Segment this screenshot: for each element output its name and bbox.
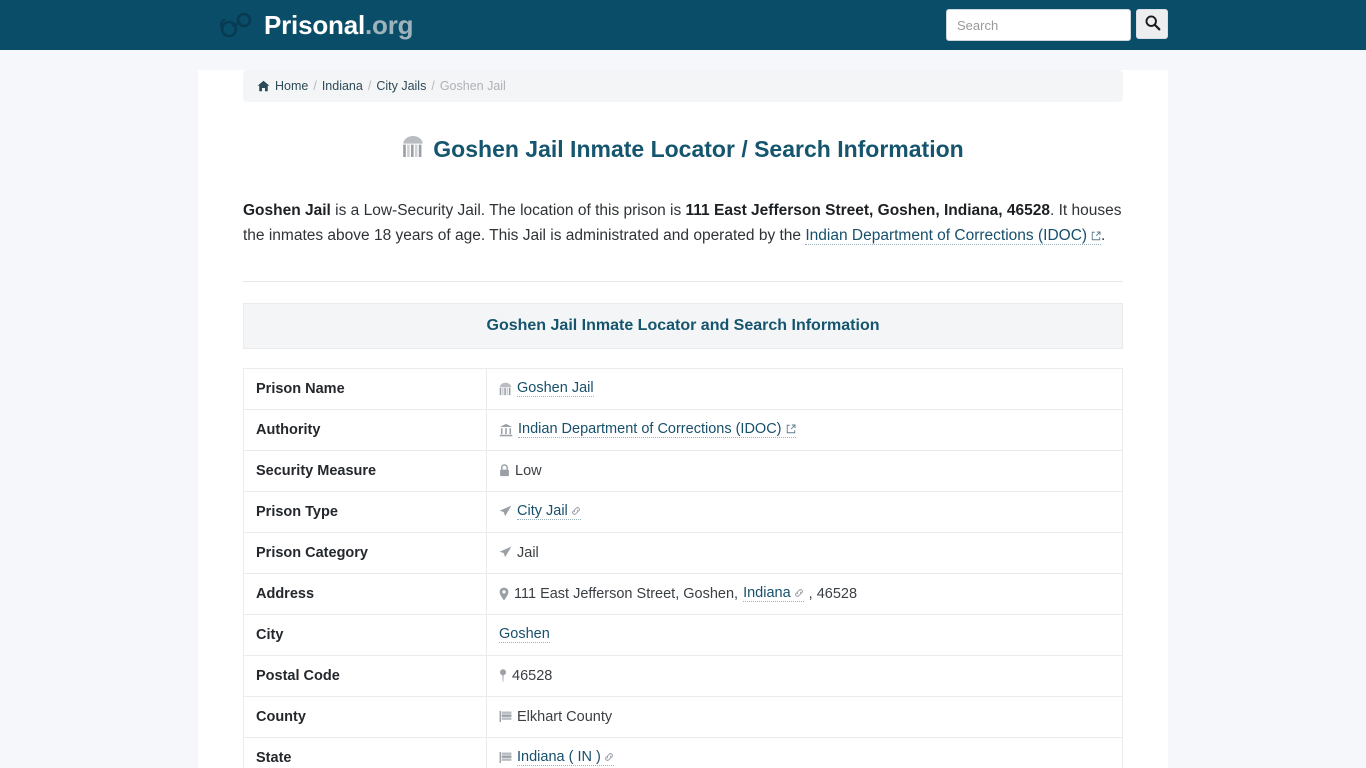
- row-value-address: 111 East Jefferson Street, Goshen, India…: [486, 572, 1123, 615]
- handcuffs-icon: [218, 11, 254, 39]
- lock-icon: [499, 464, 510, 477]
- row-label-security-measure: Security Measure: [243, 449, 487, 492]
- page-container: Home / Indiana / City Jails / Goshen Jai…: [198, 70, 1168, 768]
- table-row: Authority Indian Department of Correctio…: [243, 408, 1123, 451]
- prison-type-link[interactable]: City Jail: [517, 503, 581, 521]
- address-prefix: 111 East Jefferson Street, Goshen,: [514, 585, 739, 602]
- intro-prison-name: Goshen Jail: [243, 201, 331, 219]
- row-value-prison-name: Goshen Jail: [486, 367, 1123, 410]
- address-state-label: Indiana: [743, 585, 791, 602]
- intro-paragraph: Goshen Jail is a Low-Security Jail. The …: [243, 198, 1123, 248]
- flag-icon: [499, 710, 512, 723]
- intro-authority-link[interactable]: Indian Department of Corrections (IDOC): [805, 226, 1102, 245]
- site-logo-link[interactable]: Prisonal.org: [218, 10, 414, 40]
- prison-type-label: City Jail: [517, 503, 568, 520]
- row-label-prison-name: Prison Name: [243, 367, 487, 410]
- row-label-county: County: [243, 695, 487, 738]
- map-pin-icon: [499, 587, 509, 601]
- row-label-state: State: [243, 736, 487, 768]
- breadcrumb-separator: /: [431, 79, 435, 93]
- prison-info-table: Prison Name Goshen Jail Authority Indian…: [243, 367, 1123, 768]
- address-state-link[interactable]: Indiana: [743, 585, 804, 603]
- search-icon: [1144, 14, 1161, 34]
- search-input[interactable]: [946, 9, 1131, 41]
- table-row: Address 111 East Jefferson Street, Goshe…: [243, 572, 1123, 615]
- row-label-prison-type: Prison Type: [243, 490, 487, 533]
- row-value-prison-type: City Jail: [486, 490, 1123, 533]
- security-measure-value: Low: [515, 462, 542, 479]
- institution-icon: [499, 423, 513, 437]
- address-suffix: , 46528: [808, 585, 858, 602]
- table-row: City Goshen: [243, 613, 1123, 656]
- prison-name-link[interactable]: Goshen Jail: [517, 380, 594, 398]
- link-chain-icon: [571, 506, 581, 516]
- postal-code-value: 46528: [512, 667, 553, 684]
- row-value-prison-category: Jail: [486, 531, 1123, 574]
- intro-text-3: .: [1101, 226, 1106, 244]
- breadcrumb-item-indiana[interactable]: Indiana: [322, 79, 363, 93]
- jail-building-icon: [402, 135, 424, 165]
- breadcrumb: Home / Indiana / City Jails / Goshen Jai…: [243, 70, 1123, 102]
- map-marker-icon: [499, 669, 507, 682]
- table-row: County Elkhart County: [243, 695, 1123, 738]
- row-value-authority: Indian Department of Corrections (IDOC): [486, 408, 1123, 451]
- table-row: Prison Type City Jail: [243, 490, 1123, 533]
- search-submit-button[interactable]: [1136, 9, 1168, 39]
- table-caption: Goshen Jail Inmate Locator and Search In…: [243, 302, 1123, 349]
- breadcrumb-item-home[interactable]: Home: [275, 79, 308, 93]
- brand-title: Prisonal.org: [264, 10, 414, 40]
- row-label-city: City: [243, 613, 487, 656]
- divider: [243, 280, 1123, 282]
- intro-authority-label: Indian Department of Corrections (IDOC): [805, 226, 1088, 244]
- table-row: Security Measure Low: [243, 449, 1123, 492]
- table-row: Prison Name Goshen Jail: [243, 367, 1123, 410]
- brand-name: Prisonal: [264, 10, 365, 40]
- prison-category-value: Jail: [517, 544, 539, 561]
- table-row: Postal Code 46528: [243, 654, 1123, 697]
- row-label-address: Address: [243, 572, 487, 615]
- home-icon: [257, 80, 270, 92]
- external-link-icon: [786, 424, 796, 434]
- page-title: Goshen Jail Inmate Locator / Search Info…: [243, 135, 1123, 165]
- city-link[interactable]: Goshen: [499, 626, 550, 644]
- paper-plane-icon: [499, 546, 512, 559]
- county-value: Elkhart County: [517, 708, 613, 725]
- intro-text-1: is a Low-Security Jail. The location of …: [330, 201, 686, 219]
- jail-building-icon: [499, 382, 512, 396]
- row-label-postal-code: Postal Code: [243, 654, 487, 697]
- page-title-text: Goshen Jail Inmate Locator / Search Info…: [433, 136, 964, 162]
- flag-icon: [499, 751, 512, 764]
- authority-link[interactable]: Indian Department of Corrections (IDOC): [518, 421, 796, 439]
- breadcrumb-separator: /: [313, 79, 317, 93]
- row-label-prison-category: Prison Category: [243, 531, 487, 574]
- intro-address: 111 East Jefferson Street, Goshen, India…: [685, 201, 1050, 219]
- site-header: Prisonal.org: [0, 0, 1366, 50]
- header-search: [946, 9, 1168, 41]
- row-value-state: Indiana ( IN ): [486, 736, 1123, 768]
- table-row: State Indiana ( IN ): [243, 736, 1123, 768]
- paper-plane-icon: [499, 505, 512, 518]
- row-value-postal-code: 46528: [486, 654, 1123, 697]
- external-link-icon: [1091, 231, 1101, 241]
- link-chain-icon: [794, 588, 804, 598]
- authority-label: Indian Department of Corrections (IDOC): [518, 421, 782, 438]
- state-link[interactable]: Indiana ( IN ): [517, 749, 614, 767]
- brand-tld: .org: [365, 10, 414, 40]
- row-value-security-measure: Low: [486, 449, 1123, 492]
- row-value-city: Goshen: [486, 613, 1123, 656]
- breadcrumb-item-city-jails[interactable]: City Jails: [376, 79, 426, 93]
- breadcrumb-item-current: Goshen Jail: [439, 79, 506, 93]
- table-row: Prison Category Jail: [243, 531, 1123, 574]
- row-label-authority: Authority: [243, 408, 487, 451]
- state-label: Indiana ( IN ): [517, 749, 601, 766]
- breadcrumb-separator: /: [367, 79, 372, 93]
- link-chain-icon: [604, 752, 614, 762]
- row-value-county: Elkhart County: [486, 695, 1123, 738]
